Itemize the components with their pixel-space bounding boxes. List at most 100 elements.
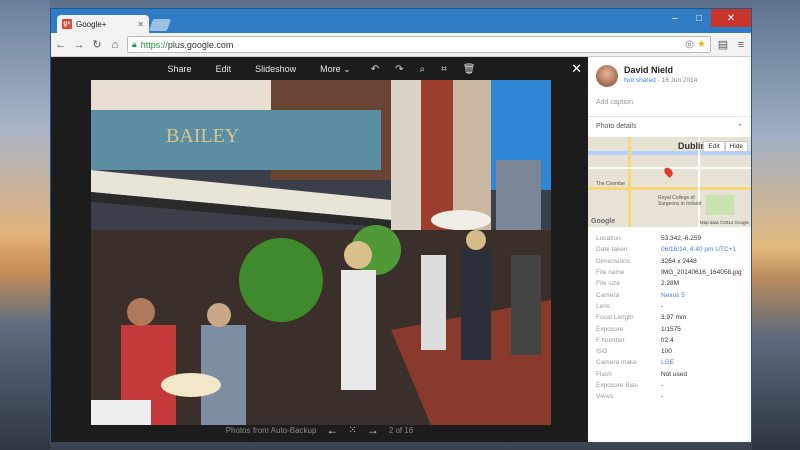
detail-value: 2.28M [661,280,680,288]
location-map[interactable]: Dublin The Coombe Royal College of Surge… [588,137,751,227]
share-status-link[interactable]: Not shared [624,77,656,84]
detail-value: - [661,302,664,310]
detail-row-f-number: F Number f/2.4 [596,335,743,346]
detail-value: 3264 x 2448 [661,257,697,265]
street-scene-image: BAILEY [91,80,551,425]
detail-value: Not used [661,370,688,378]
next-arrow-icon[interactable]: → [367,423,379,437]
owner-name[interactable]: David Nield [624,65,697,75]
avatar[interactable] [596,65,618,87]
map-road [628,137,631,227]
slideshow-button[interactable]: Slideshow [243,64,308,74]
detail-row-file-size: File size 2.28M [596,278,743,289]
chevron-down-icon: ⌄ [343,63,351,74]
rotate-left-icon[interactable]: ↶ [363,64,387,75]
detail-label: Location [596,235,621,243]
google-logo: Google [591,218,616,225]
map-attribution: Map data ©2014 Google [699,220,749,225]
detail-value: IMG_20140616_164058.jpg [661,269,742,277]
detail-label: File name [596,269,625,277]
info-panel: David Nield Not shared · 16 Jun 2014 Add… [588,57,751,442]
back-arrow-icon[interactable]: ← [55,39,67,51]
detail-row-exposure: Exposure 1/1575 [596,323,743,334]
detail-label: Dimensions [596,257,630,265]
detail-label: Camera make [596,359,637,367]
owner-subtitle: Not shared · 16 Jun 2014 [624,77,697,84]
detail-value: 100 [661,348,672,356]
map-edit-button[interactable]: Edit [703,141,725,152]
desktop-wallpaper-right [752,0,800,450]
map-place-label: Royal College of Surgeons in Ireland [658,195,702,207]
detail-label: F Number [596,336,625,344]
crop-icon[interactable]: ⌗ [433,64,455,75]
address-bar[interactable]: 🔒︎ https://plus.google.com ◎ ★ [127,36,711,53]
detail-label: Exposure Bias [596,382,638,389]
detail-value-link[interactable]: Nexus 5 [661,292,685,299]
url-scheme: https:// [140,39,168,50]
edit-button[interactable]: Edit [204,64,244,74]
detail-label: Exposure [596,325,624,333]
map-park [706,195,734,215]
window-controls: – □ ✕ [663,9,751,27]
previous-arrow-icon[interactable]: ← [326,423,338,437]
zoom-icon[interactable]: ⌕ [411,64,433,75]
map-hide-button[interactable]: Hide [724,141,748,152]
close-window-button[interactable]: ✕ [711,9,751,27]
add-caption-field[interactable]: Add caption [588,87,751,106]
close-tab-icon[interactable]: ✕ [137,20,144,29]
close-viewer-icon[interactable]: ✕ [571,61,582,77]
pub-sign-text: BAILEY [166,125,239,147]
bookmark-star-icon[interactable]: ★ [697,39,706,50]
maximize-button[interactable]: □ [687,9,711,27]
detail-label: Views [596,393,614,401]
photo-details-header[interactable]: Photo details ⌃ [588,117,751,137]
detail-value: 3.97 mm [661,314,687,322]
map-city-label: Dublin [678,141,706,151]
photo-details-list: Location 53.342,-6.259 Date taken 06/16/14… [588,227,751,402]
detail-row-date-taken: Date taken 06/16/14, 4:40 pm UTC+1 [596,244,743,255]
album-source-link[interactable]: Photos from Auto-Backup [226,426,317,435]
detail-value-link[interactable]: LGE [661,359,674,366]
main-photo[interactable]: BAILEY [91,80,551,425]
detail-label: Camera [596,291,620,299]
extension-puzzle-icon[interactable]: ▤ [717,38,729,51]
reload-icon[interactable]: ↻ [91,38,103,51]
detail-value: 1/1575 [661,325,681,333]
tab-title: Google+ [76,19,107,29]
detail-row-focal-length: Focal Length 3.97 mm [596,312,743,323]
trash-icon[interactable]: 🗑︎ [455,64,484,75]
detail-row-views: Views - [596,391,743,402]
grid-view-icon[interactable]: ⁙ [348,425,356,436]
more-button[interactable]: More ⌄ [308,64,363,75]
map-place-label: The Coombe [596,181,625,187]
detail-row-iso: ISO 100 [596,346,743,357]
detail-row-camera-make: Camera make LGE [596,357,743,368]
new-tab-button[interactable] [148,19,172,31]
detail-label: Flash [596,370,612,378]
tab-google-plus[interactable]: g+ Google+ ✕ [57,15,149,33]
detail-label: Lens [596,302,611,310]
detail-row-file-name: File name IMG_20140616_164058.jpg [596,267,743,278]
photo-details-label: Photo details [596,123,637,130]
chrome-menu-icon[interactable]: ≡ [735,39,747,51]
share-button[interactable]: Share [156,64,204,74]
detail-label: Date taken [596,246,628,254]
more-label: More [320,63,341,74]
forward-arrow-icon[interactable]: → [73,39,85,51]
detail-row-exposure-bias: Exposure Bias - [596,380,743,391]
rotate-right-icon[interactable]: ↷ [387,64,411,75]
detail-value-link[interactable]: 06/16/14, 4:40 pm UTC+1 [661,246,736,253]
extension-icon[interactable]: ◎ [685,39,694,50]
detail-row-camera: Camera Nexus 5 [596,289,743,300]
detail-row-flash: Flash Not used [596,369,743,380]
minimize-button[interactable]: – [663,9,687,27]
photo-viewer: Share Edit Slideshow More ⌄ ↶ ↷ ⌕ ⌗ 🗑︎ ✕ [51,57,588,442]
home-icon[interactable]: ⌂ [109,39,121,51]
photo-counter: 2 of 16 [388,425,414,435]
browser-toolbar: ← → ↻ ⌂ 🔒︎ https://plus.google.com ◎ ★ ▤… [51,33,751,57]
detail-value: f/2.4 [661,336,674,344]
detail-value: - [661,382,664,389]
detail-label: Focal Length [596,314,634,322]
lock-icon: 🔒︎ [132,39,137,49]
viewer-bottom-bar: Photos from Auto-Backup ← ⁙ → 2 of 16 [51,422,588,438]
